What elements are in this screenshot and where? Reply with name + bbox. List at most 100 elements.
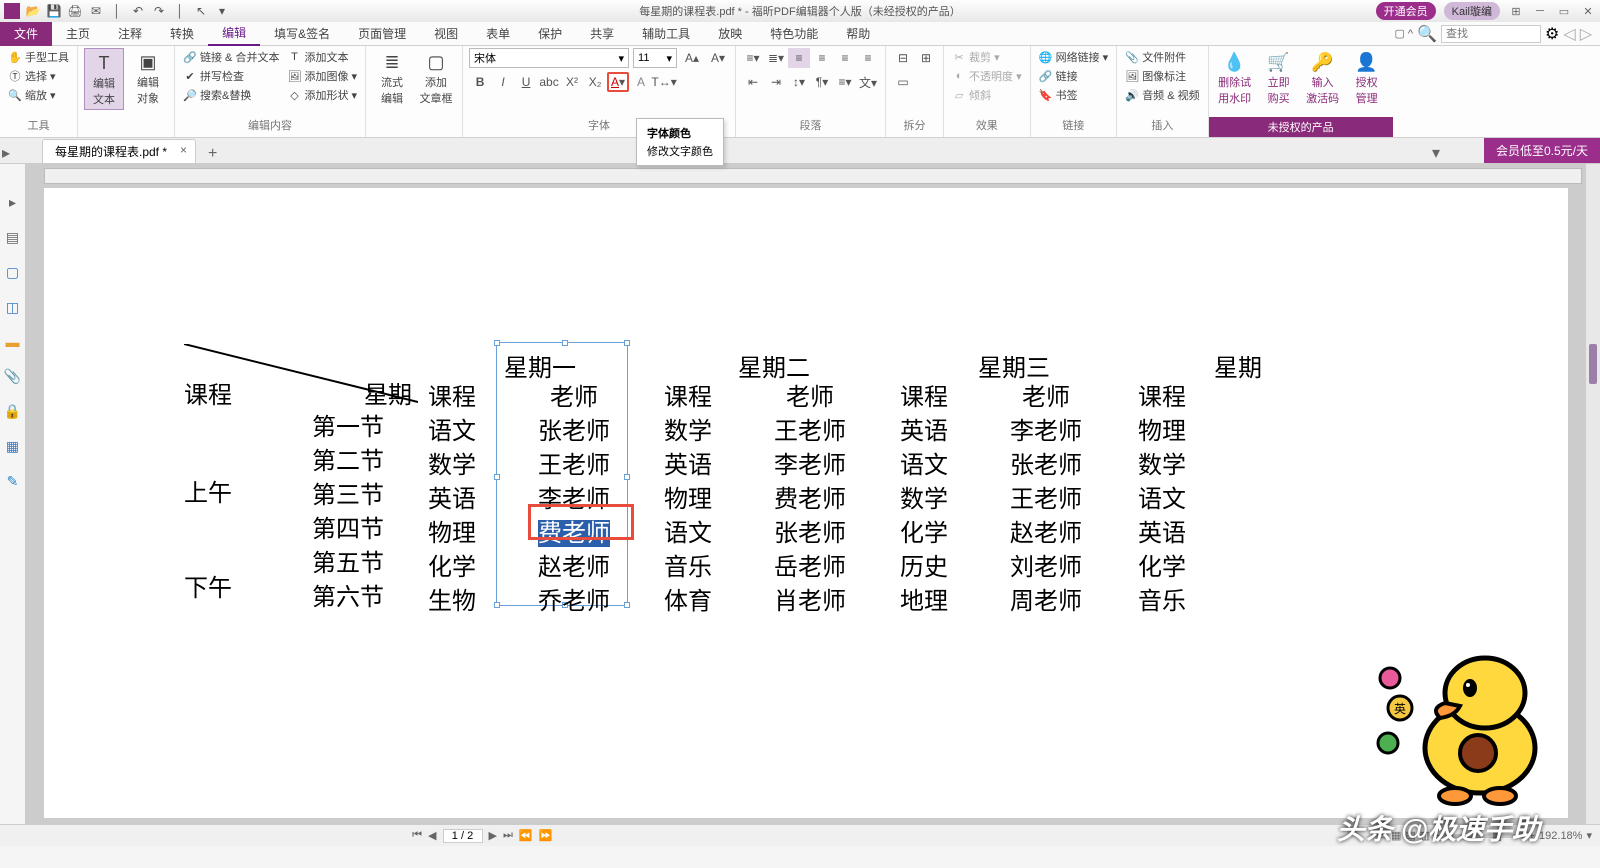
mon-teacher-col[interactable]: 老师 张老师王老师李老师 费老师 赵老师乔老师: [532, 380, 616, 620]
align-right-icon[interactable]: ≡: [834, 48, 856, 68]
zoom-tool[interactable]: 🔍缩放 ▾: [6, 86, 71, 104]
activation-button[interactable]: 🔑输入 激活码: [1303, 48, 1343, 108]
link-button[interactable]: 🔗链接: [1037, 67, 1111, 85]
last-page-icon[interactable]: ⏭: [503, 829, 513, 842]
edit-text-button[interactable]: T编辑 文本: [84, 48, 124, 110]
numbers-icon[interactable]: ≣▾: [765, 48, 787, 68]
align-dist-icon[interactable]: ≡▾: [834, 72, 856, 92]
promo-banner[interactable]: 会员低至0.5元/天: [1484, 138, 1600, 163]
first-page-icon[interactable]: ⏮: [412, 829, 422, 842]
crop-button[interactable]: ✂裁剪 ▾: [950, 48, 1024, 66]
grid-icon[interactable]: ⊞: [1508, 5, 1524, 18]
text-direction-icon[interactable]: 文▾: [857, 72, 879, 92]
prev-page-icon[interactable]: ◀: [428, 829, 436, 842]
search-settings-icon[interactable]: ⚙: [1545, 24, 1559, 44]
close-icon[interactable]: ✕: [1580, 5, 1596, 18]
menu-a11y[interactable]: 辅助工具: [628, 22, 704, 46]
para-spacing-icon[interactable]: ¶▾: [811, 72, 833, 92]
grow-font-icon[interactable]: A▴: [681, 48, 703, 68]
weblink-button[interactable]: 🌐网络链接 ▾: [1037, 48, 1111, 66]
font-family-combo[interactable]: 宋体▾: [469, 48, 629, 68]
menu-home[interactable]: 主页: [52, 22, 104, 46]
remove-watermark-button[interactable]: 💧删除试 用水印: [1215, 48, 1255, 108]
document-tab[interactable]: 每星期的课程表.pdf *×: [42, 139, 196, 163]
sidebar-attach-icon[interactable]: 📎: [4, 368, 21, 385]
canvas[interactable]: 课程 星期 上午 下午 第一节第二节第三节 第四节第五节第六节 星期一 课程 语…: [26, 164, 1586, 824]
save-icon[interactable]: 💾: [46, 3, 62, 19]
opacity-button[interactable]: ◐不透明度 ▾: [950, 67, 1024, 85]
av-button[interactable]: 🔊音频 & 视频: [1123, 86, 1201, 104]
link-merge-text[interactable]: 🔗链接 & 合并文本: [181, 48, 281, 66]
tab-close-icon[interactable]: ×: [180, 143, 187, 157]
nav-next-icon[interactable]: ▷: [1580, 24, 1592, 44]
vip-button[interactable]: 开通会员: [1376, 2, 1436, 20]
open-icon[interactable]: 📂: [25, 3, 41, 19]
sidebar-comments-icon[interactable]: ▬: [6, 334, 20, 350]
menu-feature[interactable]: 特色功能: [756, 22, 832, 46]
add-image[interactable]: 🖼添加图像 ▾: [285, 67, 359, 85]
bullets-icon[interactable]: ≡▾: [742, 48, 764, 68]
search-replace[interactable]: 🔎搜索&替换: [181, 86, 281, 104]
menu-comment[interactable]: 注释: [104, 22, 156, 46]
add-article-button[interactable]: ▢添加 文章框: [416, 48, 456, 108]
menu-fillsign[interactable]: 填写&签名: [260, 22, 344, 46]
qat-dd-icon[interactable]: ▾: [214, 3, 230, 19]
undo-icon[interactable]: ↶: [130, 3, 146, 19]
hand-icon[interactable]: ↖: [193, 3, 209, 19]
hand-tool[interactable]: ✋手型工具: [6, 48, 71, 66]
search-input[interactable]: [1441, 25, 1541, 43]
nav-fwd-icon[interactable]: ⏩: [539, 829, 553, 842]
image-annot-button[interactable]: 🖼图像标注: [1123, 67, 1201, 85]
print-icon[interactable]: 🖨: [67, 3, 83, 19]
flow-edit-button[interactable]: ≣流式 编辑: [372, 48, 412, 108]
bookmark-button[interactable]: 🔖书签: [1037, 86, 1111, 104]
edit-object-button[interactable]: ▣编辑 对象: [128, 48, 168, 108]
menu-convert[interactable]: 转换: [156, 22, 208, 46]
shrink-font-icon[interactable]: A▾: [707, 48, 729, 68]
add-text[interactable]: T添加文本: [285, 48, 359, 66]
superscript-icon[interactable]: X²: [561, 72, 583, 92]
menu-view[interactable]: 视图: [420, 22, 472, 46]
zoom-dd-icon[interactable]: ▾: [1586, 829, 1592, 842]
strike-icon[interactable]: abc: [538, 72, 560, 92]
line-spacing-icon[interactable]: ↕▾: [788, 72, 810, 92]
sidebar-pages-icon[interactable]: ▸: [9, 194, 16, 211]
page[interactable]: 课程 星期 上午 下午 第一节第二节第三节 第四节第五节第六节 星期一 课程 语…: [44, 188, 1568, 818]
select-tool[interactable]: Ⓣ选择 ▾: [6, 67, 71, 85]
nav-prev-icon[interactable]: ◁: [1563, 24, 1575, 44]
menu-present[interactable]: 放映: [704, 22, 756, 46]
highlight-color-icon[interactable]: A: [630, 72, 652, 92]
page-input[interactable]: [443, 829, 483, 843]
menu-edit[interactable]: 编辑: [208, 22, 260, 46]
menu-pages[interactable]: 页面管理: [344, 22, 420, 46]
menu-form[interactable]: 表单: [472, 22, 524, 46]
add-shape[interactable]: ◇添加形状 ▾: [285, 86, 359, 104]
tab-expand-icon[interactable]: ▸: [0, 143, 12, 163]
sidebar-thumb-icon[interactable]: ▤: [6, 229, 19, 246]
split-v-icon[interactable]: ⊞: [915, 48, 937, 68]
bold-icon[interactable]: B: [469, 72, 491, 92]
menu-help[interactable]: 帮助: [832, 22, 884, 46]
outdent-icon[interactable]: ⇤: [742, 72, 764, 92]
tab-dd-icon[interactable]: ▾: [1432, 143, 1440, 163]
sidebar-sign-icon[interactable]: ✎: [7, 473, 19, 490]
collapse-ribbon-icon[interactable]: ▢ ^: [1394, 27, 1413, 40]
maximize-icon[interactable]: ▭: [1556, 5, 1572, 18]
mail-icon[interactable]: ✉: [88, 3, 104, 19]
indent-icon[interactable]: ⇥: [765, 72, 787, 92]
char-spacing-icon[interactable]: T↔▾: [653, 72, 675, 92]
nav-back-icon[interactable]: ⏪: [519, 829, 533, 842]
minimize-icon[interactable]: ─: [1532, 5, 1548, 17]
attach-button[interactable]: 📎文件附件: [1123, 48, 1201, 66]
buy-now-button[interactable]: 🛒立即 购买: [1259, 48, 1299, 108]
redo-icon[interactable]: ↷: [151, 3, 167, 19]
subscript-icon[interactable]: X₂: [584, 72, 606, 92]
file-tab[interactable]: 文件: [0, 22, 52, 46]
sidebar-bookmark-icon[interactable]: ▢: [6, 264, 19, 281]
sidebar-fields-icon[interactable]: ▦: [6, 438, 19, 455]
sidebar-layers-icon[interactable]: ◫: [6, 299, 19, 316]
menu-protect[interactable]: 保护: [524, 22, 576, 46]
user-pill[interactable]: Kail璇编: [1444, 2, 1500, 20]
merge-icon[interactable]: ▭: [892, 72, 914, 92]
align-center-icon[interactable]: ≡: [811, 48, 833, 68]
